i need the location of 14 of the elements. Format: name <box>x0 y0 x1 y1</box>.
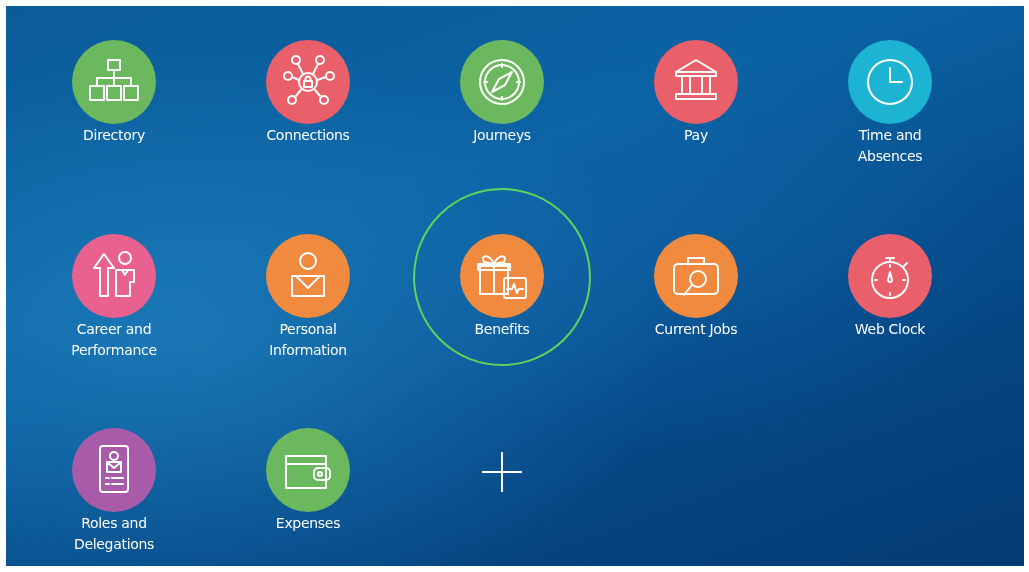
app-tile[interactable]: Personal Information <box>252 234 364 361</box>
app-tile[interactable]: Benefits <box>446 234 558 340</box>
app-tile[interactable]: Directory <box>58 40 170 146</box>
add-button[interactable] <box>480 450 524 494</box>
app-tile[interactable]: Connections <box>252 40 364 146</box>
app-tile[interactable]: Time and Absences <box>834 40 946 167</box>
app-tile[interactable]: Journeys <box>446 40 558 146</box>
app-tile[interactable]: Current Jobs <box>640 234 752 340</box>
app-tile[interactable]: Expenses <box>252 428 364 534</box>
app-tile[interactable]: Roles and Delegations <box>58 428 170 555</box>
app-tile[interactable]: Pay <box>640 40 752 146</box>
app-tile[interactable]: Career and Performance <box>58 234 170 361</box>
plus-icon <box>480 450 524 494</box>
app-tile[interactable]: Web Clock <box>834 234 946 340</box>
